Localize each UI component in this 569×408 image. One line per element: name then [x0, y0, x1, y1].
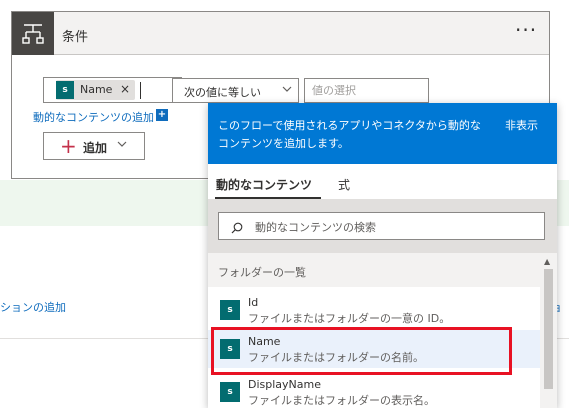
add-dynamic-content-link[interactable]: 動的なコンテンツの追加 [33, 109, 154, 125]
value-input[interactable]: 値の選択 [304, 78, 429, 103]
remove-token-icon[interactable]: × [120, 82, 130, 96]
panel-header: このフローで使用されるアプリやコネクタから動的なコンテンツを追加します。 非表示 [208, 103, 557, 164]
sharepoint-icon: s [56, 81, 74, 99]
search-icon [231, 219, 243, 234]
scroll-up-icon[interactable]: ▲ [544, 257, 550, 266]
highlight-box [211, 327, 512, 375]
plus-icon: + [60, 134, 77, 158]
sharepoint-icon: s [220, 382, 240, 402]
add-action-link[interactable]: ションの追加 [0, 299, 66, 315]
tab-expression[interactable]: 式 [338, 176, 350, 193]
condition-icon [12, 12, 54, 55]
more-options-icon[interactable]: ··· [515, 18, 537, 42]
add-dynamic-content-icon[interactable]: + [156, 109, 168, 121]
sharepoint-icon: s [220, 300, 240, 320]
hide-button[interactable]: 非表示 [505, 117, 538, 133]
text-cursor [140, 82, 141, 99]
item-description: ファイルまたはフォルダーの表示名。 [248, 394, 435, 407]
item-description: ファイルまたはフォルダーの一意の ID。 [248, 312, 451, 325]
condition-title: 条件 [62, 30, 89, 45]
condition-header[interactable]: 条件 ··· [12, 12, 549, 55]
add-button-label: 追加 [83, 141, 108, 155]
item-title: DisplayName [248, 378, 321, 391]
condition-left-operand[interactable]: s Name × [43, 77, 182, 103]
search-placeholder: 動的なコンテンツの検索 [255, 221, 376, 234]
panel-message: このフローで使用されるアプリやコネクタから動的なコンテンツを追加します。 [218, 119, 481, 150]
operator-value: 次の値に等しい [184, 86, 261, 99]
chevron-down-icon [281, 83, 293, 98]
scrollbar[interactable]: ▲ [540, 253, 557, 408]
list-item[interactable]: s Id ファイルまたはフォルダーの一意の ID。 [208, 291, 540, 329]
item-title: Id [248, 296, 259, 309]
list-item[interactable]: s DisplayName ファイルまたはフォルダーの表示名。 [208, 373, 540, 408]
chevron-down-icon [116, 138, 128, 153]
scrollbar-thumb[interactable] [544, 269, 553, 389]
add-button[interactable]: + 追加 [43, 132, 145, 160]
operator-dropdown[interactable]: 次の値に等しい [172, 78, 299, 103]
search-area: 動的なコンテンツの検索 [208, 199, 557, 253]
section-label: フォルダーの一覧 [218, 266, 306, 279]
name-token[interactable]: s Name × [56, 80, 135, 100]
tab-dynamic-content[interactable]: 動的なコンテンツ [216, 176, 312, 193]
section-header: フォルダーの一覧 [208, 253, 540, 287]
search-input[interactable]: 動的なコンテンツの検索 [218, 212, 545, 240]
token-label: Name [80, 83, 113, 96]
